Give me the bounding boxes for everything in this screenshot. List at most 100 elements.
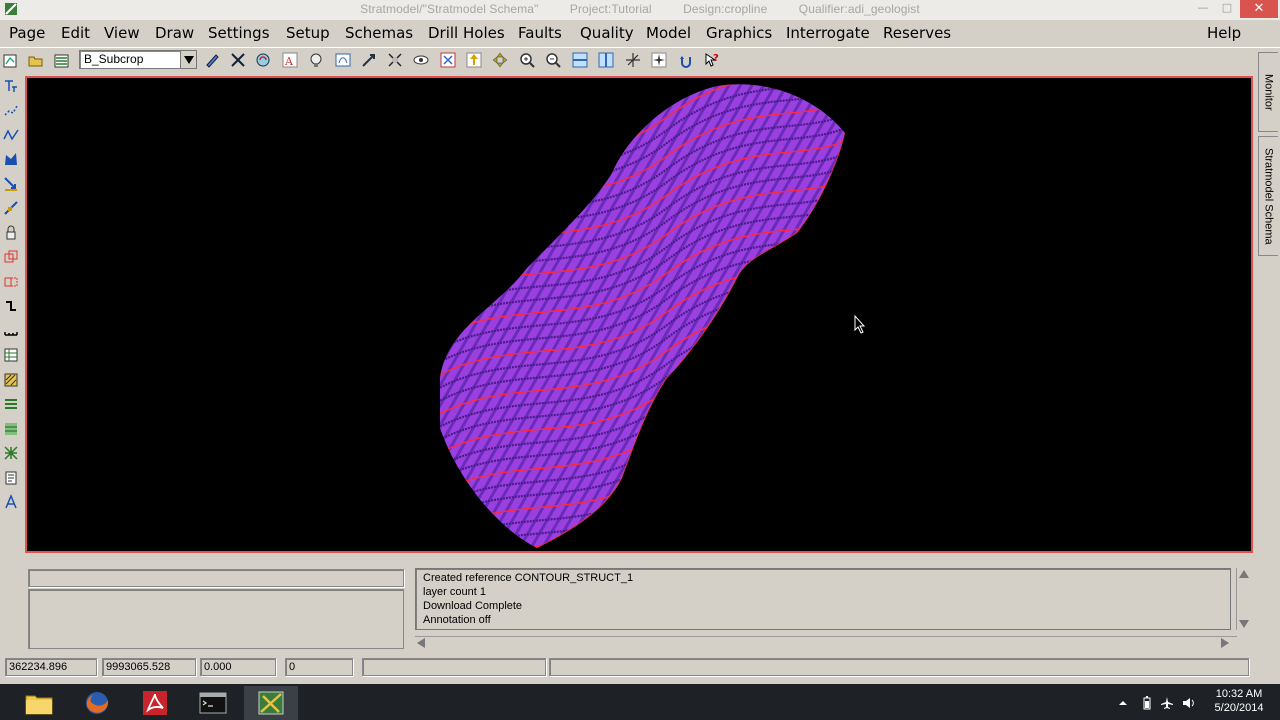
menu-schemas[interactable]: Schemas — [345, 24, 413, 42]
lock-tool-icon[interactable] — [1, 223, 21, 243]
scroll-right-icon[interactable] — [1221, 638, 1229, 648]
eye-icon[interactable] — [410, 50, 432, 70]
zoom-in-icon[interactable] — [516, 50, 538, 70]
text-tool-icon[interactable] — [1, 76, 21, 96]
coordinate-status-bar: 362234.896 9993065.528 0.000 0 — [0, 656, 1280, 680]
menu-drill-holes[interactable]: Drill Holes — [428, 24, 505, 42]
clock-date: 5/20/2014 — [1214, 702, 1264, 714]
polygon-tool-icon[interactable] — [1, 149, 21, 169]
menu-setup[interactable]: Setup — [286, 24, 330, 42]
pencil-icon[interactable] — [201, 50, 223, 70]
menu-reserves[interactable]: Reserves — [883, 24, 951, 42]
hatch-tool-icon[interactable] — [1, 370, 21, 390]
context-help-icon[interactable]: ? — [701, 50, 723, 70]
open-folder-icon[interactable] — [25, 51, 47, 71]
zoom-out-icon[interactable] — [542, 50, 564, 70]
tab-schema-label: Stratmodel Schema — [1262, 147, 1275, 245]
left-tool-palette — [0, 76, 22, 556]
grid-select-icon[interactable] — [332, 50, 354, 70]
report-tool-icon[interactable] — [1, 468, 21, 488]
command-input[interactable] — [362, 658, 546, 676]
minimize-button[interactable]: — — [1192, 0, 1214, 18]
menu-faults[interactable]: Faults — [518, 24, 562, 42]
close-button[interactable]: ✕ — [1240, 0, 1278, 18]
menu-settings[interactable]: Settings — [208, 24, 270, 42]
tab-monitor-label: Monitor — [1262, 73, 1275, 111]
new-page-icon[interactable] — [0, 51, 22, 71]
sparkle-icon[interactable] — [648, 50, 670, 70]
menu-edit[interactable]: Edit — [61, 24, 90, 42]
pan-up-icon[interactable] — [463, 50, 485, 70]
acrobat-icon[interactable] — [128, 686, 182, 720]
log-line: layer count 1 — [423, 586, 486, 598]
menu-graphics[interactable]: Graphics — [706, 24, 772, 42]
line-tool-icon[interactable] — [1, 125, 21, 145]
light-bulb-icon[interactable] — [305, 50, 327, 70]
point-tool-icon[interactable] — [1, 100, 21, 120]
title-qualifier: Qualifier:adi_geologist — [798, 2, 920, 16]
scroll-up-icon[interactable] — [1239, 570, 1249, 578]
annotate-tool-icon[interactable] — [1, 492, 21, 512]
menu-help[interactable]: Help — [1207, 24, 1241, 42]
menu-bar: Page Edit View Draw Settings Setup Schem… — [0, 20, 1280, 46]
menu-draw[interactable]: Draw — [155, 24, 194, 42]
log-line: Download Complete — [423, 600, 523, 612]
log-line: Created reference CONTOUR_STRUCT_1 — [423, 572, 634, 584]
copy-tool-icon[interactable] — [1, 247, 21, 267]
tab-monitor[interactable]: Monitor — [1258, 52, 1278, 132]
minescape-taskbar-icon[interactable] — [244, 686, 298, 720]
layers-icon[interactable] — [51, 51, 73, 71]
mirror-tool-icon[interactable] — [1, 272, 21, 292]
battery-icon[interactable] — [1140, 696, 1154, 710]
volume-icon[interactable] — [1182, 696, 1196, 710]
pan-icon[interactable] — [489, 50, 511, 70]
graphics-viewport[interactable] — [25, 76, 1253, 553]
measure-tool-icon[interactable] — [1, 321, 21, 341]
tray-expand-icon[interactable] — [1116, 696, 1130, 710]
maximize-button[interactable]: □ — [1216, 0, 1238, 18]
contour-tool-icon[interactable] — [1, 394, 21, 414]
tab-stratmodel-schema[interactable]: Stratmodel Schema — [1258, 136, 1278, 256]
window-title: Stratmodel/"Stratmodel Schema" Project:T… — [0, 2, 1280, 16]
surface-tool-icon[interactable] — [1, 419, 21, 439]
scroll-down-icon[interactable] — [1239, 620, 1249, 628]
menu-quality[interactable]: Quality — [580, 24, 634, 42]
lower-panel: Created reference CONTOUR_STRUCT_1 layer… — [0, 556, 1254, 654]
move-tool-icon[interactable] — [1, 174, 21, 194]
scroll-left-icon[interactable] — [417, 638, 425, 648]
step-tool-icon[interactable] — [1, 296, 21, 316]
menu-page[interactable]: Page — [9, 24, 45, 42]
z-coordinate: 0.000 — [200, 658, 276, 676]
zoom-extents-icon[interactable] — [437, 50, 459, 70]
refresh-globe-icon[interactable] — [252, 50, 274, 70]
log-line: Annotation off — [423, 614, 491, 626]
system-clock[interactable]: 10:32 AM 5/20/2014 — [1204, 687, 1274, 715]
airplane-mode-icon[interactable] — [1160, 696, 1174, 710]
firefox-icon[interactable] — [70, 686, 124, 720]
horizontal-split-icon[interactable] — [569, 50, 591, 70]
delete-cross-icon[interactable] — [227, 50, 249, 70]
window-title-bar: Stratmodel/"Stratmodel Schema" Project:T… — [0, 0, 1280, 20]
log-vertical-scrollbar[interactable] — [1236, 568, 1250, 630]
command-prompt-icon[interactable] — [186, 686, 240, 720]
pick-arrow-icon[interactable] — [358, 50, 380, 70]
file-explorer-icon[interactable] — [12, 686, 66, 720]
layer-dropdown-arrow-icon[interactable] — [180, 50, 197, 69]
menu-view[interactable]: View — [104, 24, 140, 42]
y-coordinate: 9993065.528 — [102, 658, 196, 676]
count-field: 0 — [285, 658, 353, 676]
mouse-cursor-icon — [854, 314, 866, 334]
vertical-split-icon[interactable] — [595, 50, 617, 70]
table-tool-icon[interactable] — [1, 345, 21, 365]
menu-model[interactable]: Model — [646, 24, 691, 42]
undo-icon[interactable] — [675, 50, 697, 70]
log-horizontal-scrollbar[interactable] — [415, 636, 1237, 648]
eraser-icon[interactable] — [384, 50, 406, 70]
axis-cross-icon[interactable] — [622, 50, 644, 70]
prompt-field[interactable] — [28, 569, 404, 587]
network-tool-icon[interactable] — [1, 443, 21, 463]
title-design: Design:cropline — [683, 2, 768, 16]
menu-interrogate[interactable]: Interrogate — [786, 24, 870, 42]
edit-node-icon[interactable] — [1, 198, 21, 218]
text-style-icon[interactable]: A — [279, 50, 301, 70]
